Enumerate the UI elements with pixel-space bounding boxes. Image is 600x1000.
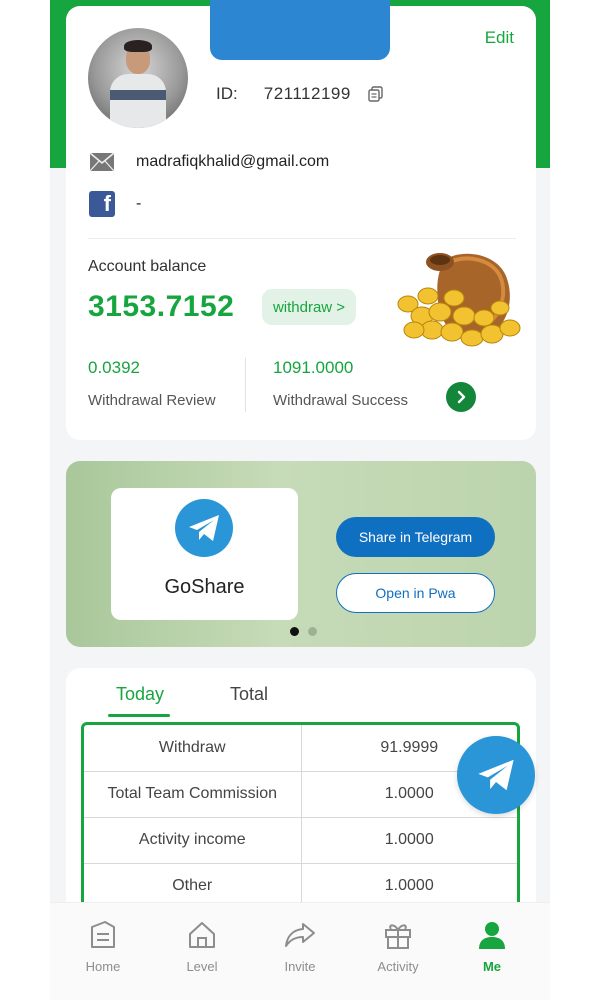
row-value: 1.0000 bbox=[301, 817, 517, 864]
nav-label: Me bbox=[482, 959, 502, 974]
withdrawal-review-stat: 0.0392 Withdrawal Review bbox=[88, 358, 216, 409]
facebook-value: - bbox=[136, 195, 142, 212]
account-balance-label: Account balance bbox=[88, 258, 207, 275]
open-pwa-button[interactable]: Open in Pwa bbox=[336, 573, 495, 613]
tab-total[interactable]: Total bbox=[230, 684, 268, 705]
nav-label: Invite bbox=[284, 959, 316, 974]
home-icon bbox=[91, 921, 115, 948]
nav-item-home[interactable]: Home bbox=[63, 915, 143, 974]
withdrawal-details-button[interactable] bbox=[446, 382, 476, 412]
app-screen: Edit ID: 721112199 madrafiqkhalid@gmail.… bbox=[50, 0, 550, 1000]
facebook-icon: f bbox=[89, 191, 115, 217]
bottom-nav: Home Level Invite Activity Me bbox=[50, 902, 550, 1000]
brand-name: GoShare bbox=[164, 576, 245, 598]
user-id-value: 721112199 bbox=[263, 84, 351, 103]
edit-profile-link[interactable]: Edit bbox=[485, 28, 514, 48]
profile-card: Edit ID: 721112199 madrafiqkhalid@gmail.… bbox=[66, 6, 536, 440]
share-banner: GoShare Share in Telegram Open in Pwa bbox=[66, 461, 536, 647]
mail-icon bbox=[88, 148, 116, 176]
active-tab-indicator bbox=[108, 714, 170, 717]
copy-icon[interactable] bbox=[367, 85, 385, 103]
withdrawal-success-value: 1091.0000 bbox=[273, 358, 354, 377]
row-label: Activity income bbox=[84, 817, 302, 864]
share-arrow-icon bbox=[285, 923, 315, 947]
row-label: Total Team Commission bbox=[84, 771, 302, 818]
account-balance-value: 3153.7152 bbox=[88, 290, 235, 323]
stat-divider bbox=[245, 358, 246, 412]
nav-label: Home bbox=[85, 959, 121, 974]
tab-today[interactable]: Today bbox=[116, 684, 164, 705]
row-label: Withdraw bbox=[84, 725, 302, 772]
avatar[interactable] bbox=[88, 28, 188, 128]
nav-item-me[interactable]: Me bbox=[452, 915, 532, 974]
nav-item-level[interactable]: Level bbox=[162, 915, 242, 974]
coin-sack-illustration bbox=[397, 253, 521, 347]
divider bbox=[88, 238, 516, 239]
share-telegram-button[interactable]: Share in Telegram bbox=[336, 517, 495, 557]
facebook-row: f - bbox=[88, 190, 141, 218]
chevron-right-icon bbox=[457, 390, 466, 404]
carousel-dot-active[interactable] bbox=[290, 627, 299, 636]
goshare-card: GoShare bbox=[111, 488, 298, 620]
user-id-row: ID: 721112199 bbox=[216, 84, 385, 104]
table-row: Total Team Commission 1.0000 bbox=[84, 771, 517, 818]
withdraw-button[interactable]: withdraw > bbox=[262, 289, 356, 325]
nav-label: Level bbox=[186, 959, 218, 974]
nav-label: Activity bbox=[377, 959, 419, 974]
withdrawal-review-value: 0.0392 bbox=[88, 358, 140, 377]
email-row: madrafiqkhalid@gmail.com bbox=[88, 148, 329, 176]
telegram-logo-icon bbox=[175, 499, 233, 557]
gift-icon bbox=[385, 924, 411, 949]
status-notch bbox=[210, 0, 390, 60]
withdrawal-success-stat: 1091.0000 Withdrawal Success bbox=[273, 358, 408, 409]
withdrawal-review-label: Withdrawal Review bbox=[88, 392, 216, 409]
person-icon bbox=[479, 922, 505, 949]
user-id-label: ID: bbox=[216, 84, 238, 103]
table-row: Activity income 1.0000 bbox=[84, 817, 517, 864]
telegram-icon bbox=[478, 759, 514, 791]
withdrawal-success-label: Withdrawal Success bbox=[273, 392, 409, 409]
nav-item-activity[interactable]: Activity bbox=[358, 915, 438, 974]
telegram-float-button[interactable] bbox=[457, 736, 535, 814]
table-row: Withdraw 91.9999 bbox=[84, 725, 517, 772]
nav-item-invite[interactable]: Invite bbox=[260, 915, 340, 974]
house-level-icon bbox=[189, 922, 215, 948]
email-value: madrafiqkhalid@gmail.com bbox=[136, 153, 330, 170]
carousel-dot[interactable] bbox=[308, 627, 317, 636]
stats-table: Withdraw 91.9999 Total Team Commission 1… bbox=[81, 722, 520, 922]
